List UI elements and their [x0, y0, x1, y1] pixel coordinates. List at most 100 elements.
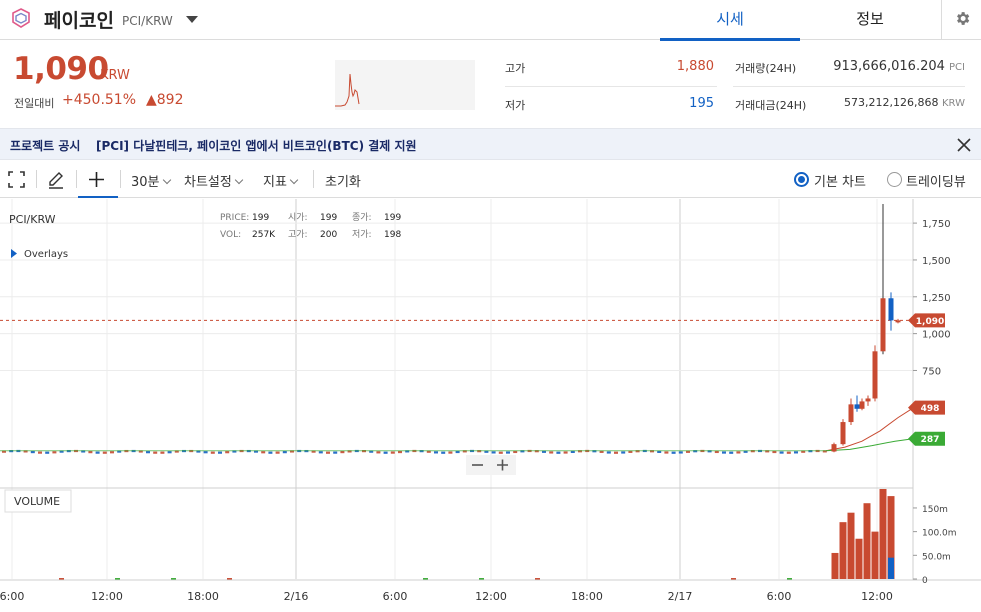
flat-candle — [45, 451, 50, 454]
volume-bar — [888, 557, 894, 579]
flat-candle — [606, 451, 611, 454]
flat-candle — [146, 451, 150, 454]
coin-pair[interactable]: PCI/KRW — [122, 14, 173, 28]
flat-candle — [722, 451, 726, 454]
volume-bar — [839, 522, 847, 579]
toolbar-divider — [120, 170, 121, 188]
flat-candle — [218, 451, 222, 454]
chart-settings-menu[interactable]: 차트설정 — [184, 171, 244, 190]
gear-icon — [957, 12, 970, 25]
tradingview-label[interactable]: 트레이딩뷰 — [906, 171, 966, 190]
price-unit: KRW — [100, 68, 130, 83]
ohlc-key: 종가: — [352, 212, 372, 223]
chart-symbol: PCI/KRW — [9, 213, 56, 226]
crosshair-active-indicator — [78, 196, 118, 198]
settings-button[interactable] — [941, 0, 981, 40]
candle-body — [859, 401, 865, 409]
volume-bar — [731, 578, 736, 580]
flat-candle — [225, 451, 230, 454]
flat-candle — [153, 451, 158, 454]
change-amount: ▲892 — [146, 92, 184, 108]
time-tick-label: 6:00 — [383, 590, 408, 603]
tab-quote[interactable]: 시세 — [660, 0, 800, 41]
notice-bar[interactable]: 프로젝트 공시 [PCI] 다날핀테크, 페이코인 앱에서 비트코인(BTC) … — [0, 128, 981, 160]
fullscreen-icon[interactable] — [8, 171, 25, 188]
current-price-tag: 1,090 — [916, 317, 944, 327]
coin-logo-icon — [12, 8, 30, 28]
flat-candle — [268, 451, 273, 454]
time-tick-label: 18:00 — [187, 590, 219, 603]
flat-candle — [275, 451, 280, 454]
change-label: 전일대비 — [14, 97, 55, 110]
price-tick-label: 1,500 — [922, 256, 951, 267]
basic-chart-label[interactable]: 기본 차트 — [814, 171, 866, 190]
volume-tick-label: 50.0m — [922, 552, 951, 562]
ohlc-key: 시가: — [288, 212, 308, 223]
reset-button[interactable]: 초기화 — [325, 171, 361, 190]
time-tick-label: 6:00 — [767, 590, 792, 603]
volume-bar — [479, 578, 484, 580]
volume-bar — [227, 578, 232, 580]
flat-candle — [102, 451, 107, 454]
candle-body — [865, 398, 871, 402]
flat-candle — [318, 451, 323, 454]
notice-text[interactable]: [PCI] 다날핀테크, 페이코인 앱에서 비트코인(BTC) 결제 지원 — [96, 137, 417, 154]
flat-candle — [441, 451, 446, 454]
overlays-toggle[interactable]: Overlays — [11, 249, 68, 260]
radio-tradingview[interactable] — [887, 172, 902, 187]
time-tick-label: 12:00 — [475, 590, 507, 603]
coin-name[interactable]: 페이코인 — [44, 6, 114, 33]
volume-axis: 150m 100.0m 50.0m 0 — [913, 505, 957, 586]
chart-toolbar: 30분 차트설정 지표 초기화 기본 차트 트레이딩뷰 — [0, 161, 981, 198]
volume-bar — [847, 512, 855, 579]
crosshair-icon[interactable] — [89, 172, 104, 187]
volume-value: 913,666,016.204 PCI — [833, 59, 965, 74]
flat-candle — [549, 451, 554, 454]
flat-candle — [88, 451, 93, 454]
time-tick-label: 12:00 — [861, 590, 893, 603]
candle-body — [872, 351, 878, 399]
volume-tick-label: 0 — [922, 576, 928, 586]
interval-select[interactable]: 30분 — [131, 171, 171, 190]
indicators-menu[interactable]: 지표 — [263, 171, 299, 190]
price-tick-label: 750 — [922, 366, 941, 377]
price-chart[interactable]: 1,750 1,500 1,250 1,000 750 150m 100.0m 50.0m 0… — [0, 199, 981, 612]
ohlc-key: PRICE: — [220, 213, 249, 223]
flat-candle — [95, 451, 100, 454]
radio-basic-chart[interactable] — [794, 172, 809, 187]
candles — [831, 203, 901, 453]
volume-bar — [171, 578, 176, 580]
stat-divider — [733, 86, 965, 87]
volume-bar — [787, 578, 792, 580]
volume-bar — [59, 578, 64, 580]
candle-body — [888, 298, 894, 321]
price-tick-label: 1,000 — [922, 330, 951, 341]
flat-candle — [556, 451, 561, 454]
ohlc-key: 고가: — [288, 229, 308, 240]
flat-candle — [282, 451, 287, 454]
change-rate: +450.51% — [62, 92, 137, 108]
notice-tag: 프로젝트 공시 — [10, 139, 81, 153]
ohlc-value: 199 — [252, 213, 269, 223]
flat-candle — [614, 451, 618, 454]
coin-dropdown-caret-icon[interactable] — [186, 16, 198, 23]
flat-candle — [779, 451, 784, 454]
pencil-icon[interactable] — [47, 171, 65, 189]
price-tick-label: 1,750 — [922, 219, 951, 230]
zoom-controls[interactable] — [466, 455, 516, 475]
flat-candle — [210, 451, 215, 454]
toolbar-divider — [76, 170, 77, 188]
chevron-down-icon — [234, 175, 244, 185]
flat-candle — [160, 451, 165, 454]
volume-tick-label: 100.0m — [922, 529, 957, 539]
flat-candle — [52, 451, 57, 454]
ohlc-readout: PRICE: 199 시가: 199 종가: 199 VOL: 257K 고가:… — [220, 212, 401, 240]
moving-averages — [825, 407, 914, 452]
candle-body — [880, 298, 886, 352]
flat-candle — [38, 451, 42, 454]
close-icon[interactable] — [956, 137, 972, 153]
flat-candle — [167, 451, 172, 454]
volume-bar — [831, 552, 839, 579]
tab-info[interactable]: 정보 — [800, 0, 940, 40]
flat-candle — [340, 450, 345, 454]
